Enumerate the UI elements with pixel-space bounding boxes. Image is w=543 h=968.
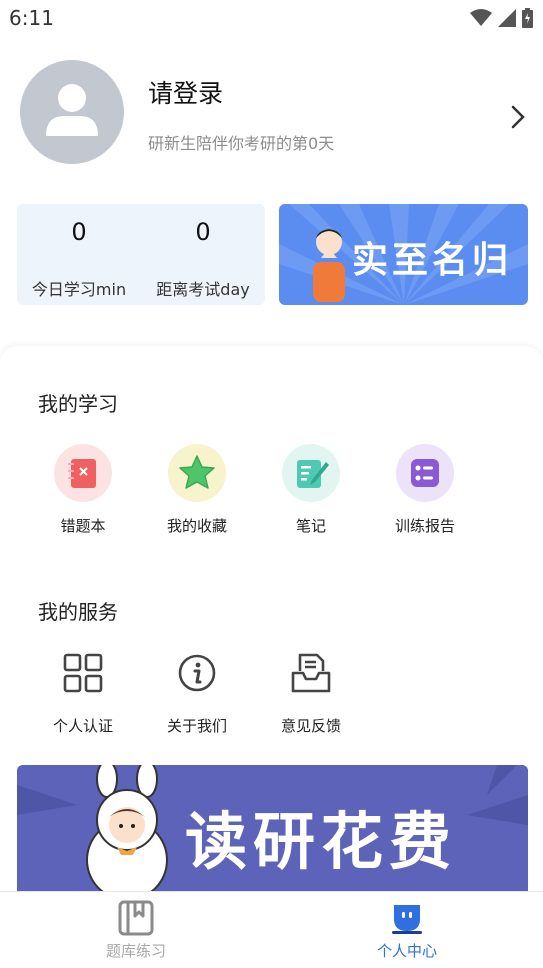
note-edit-icon — [282, 444, 340, 502]
stat-days-to-exam: 0 距离考试day — [141, 204, 265, 305]
wifi-icon — [470, 9, 492, 26]
login-subtitle: 研新生陪伴你考研的第0天 — [148, 134, 335, 153]
stat-today-study: 0 今日学习min — [17, 204, 141, 305]
my-service-title: 我的服务 — [38, 600, 118, 624]
personal-center-icon — [392, 905, 422, 934]
service-item-verification[interactable]: 个人认证 — [26, 651, 140, 736]
status-icons — [470, 8, 533, 28]
service-item-about-us[interactable]: 关于我们 — [140, 651, 254, 736]
tab-label: 个人中心 — [376, 942, 437, 960]
feedback-tray-icon — [291, 653, 331, 693]
star-icon — [168, 444, 226, 502]
stat-value: 0 — [195, 218, 211, 246]
study-stats-card: 0 今日学习min 0 距离考试day — [17, 204, 265, 305]
login-title[interactable]: 请登录 — [148, 74, 223, 110]
tab-label: 题库练习 — [105, 942, 166, 960]
bottom-tab-bar: 题库练习 个人中心 — [0, 891, 543, 968]
service-item-feedback[interactable]: 意见反馈 — [254, 651, 368, 736]
grid-item-favorites[interactable]: 我的收藏 — [140, 444, 254, 536]
grid-item-wrong-notebook[interactable]: 错题本 — [26, 444, 140, 536]
service-label: 关于我们 — [166, 717, 227, 735]
service-label: 个人认证 — [52, 717, 113, 735]
chevron-right-icon[interactable] — [507, 102, 529, 132]
stat-value: 0 — [71, 218, 87, 246]
battery-icon — [522, 8, 533, 28]
grid-label: 我的收藏 — [166, 517, 227, 535]
status-bar: 6:11 — [0, 0, 543, 38]
grid-label: 训练报告 — [394, 517, 455, 535]
grid-item-training-report[interactable]: 训练报告 — [368, 444, 482, 536]
bottom-banner[interactable]: 读研花费 — [17, 765, 528, 895]
avatar[interactable] — [20, 60, 124, 164]
profile-header[interactable]: 请登录 研新生陪伴你考研的第0天 — [0, 38, 543, 198]
cellular-signal-icon — [498, 9, 516, 27]
service-label: 意见反馈 — [280, 717, 341, 735]
stat-label: 距离考试day — [156, 280, 250, 299]
user-placeholder-icon — [46, 84, 98, 136]
info-icon — [178, 654, 216, 692]
bunny-character-illustration — [86, 765, 168, 895]
grid-label: 笔记 — [295, 517, 326, 535]
bottom-banner-text: 读研花费 — [185, 805, 458, 878]
person-illustration-icon — [313, 229, 345, 302]
stat-label: 今日学习min — [31, 280, 127, 299]
tab-personal-center[interactable]: 个人中心 — [327, 892, 487, 968]
grid-label: 错题本 — [60, 517, 106, 535]
grid-apps-icon — [63, 653, 103, 693]
promo-banner[interactable]: 实至名归 — [279, 204, 528, 305]
report-list-icon — [396, 444, 454, 502]
status-time: 6:11 — [9, 6, 54, 30]
grid-item-notes[interactable]: 笔记 — [254, 444, 368, 536]
question-bank-icon — [118, 900, 154, 936]
wrong-notebook-icon — [54, 444, 112, 502]
my-study-title: 我的学习 — [38, 392, 118, 416]
promo-text: 实至名归 — [352, 240, 513, 281]
tab-question-bank[interactable]: 题库练习 — [56, 892, 216, 968]
